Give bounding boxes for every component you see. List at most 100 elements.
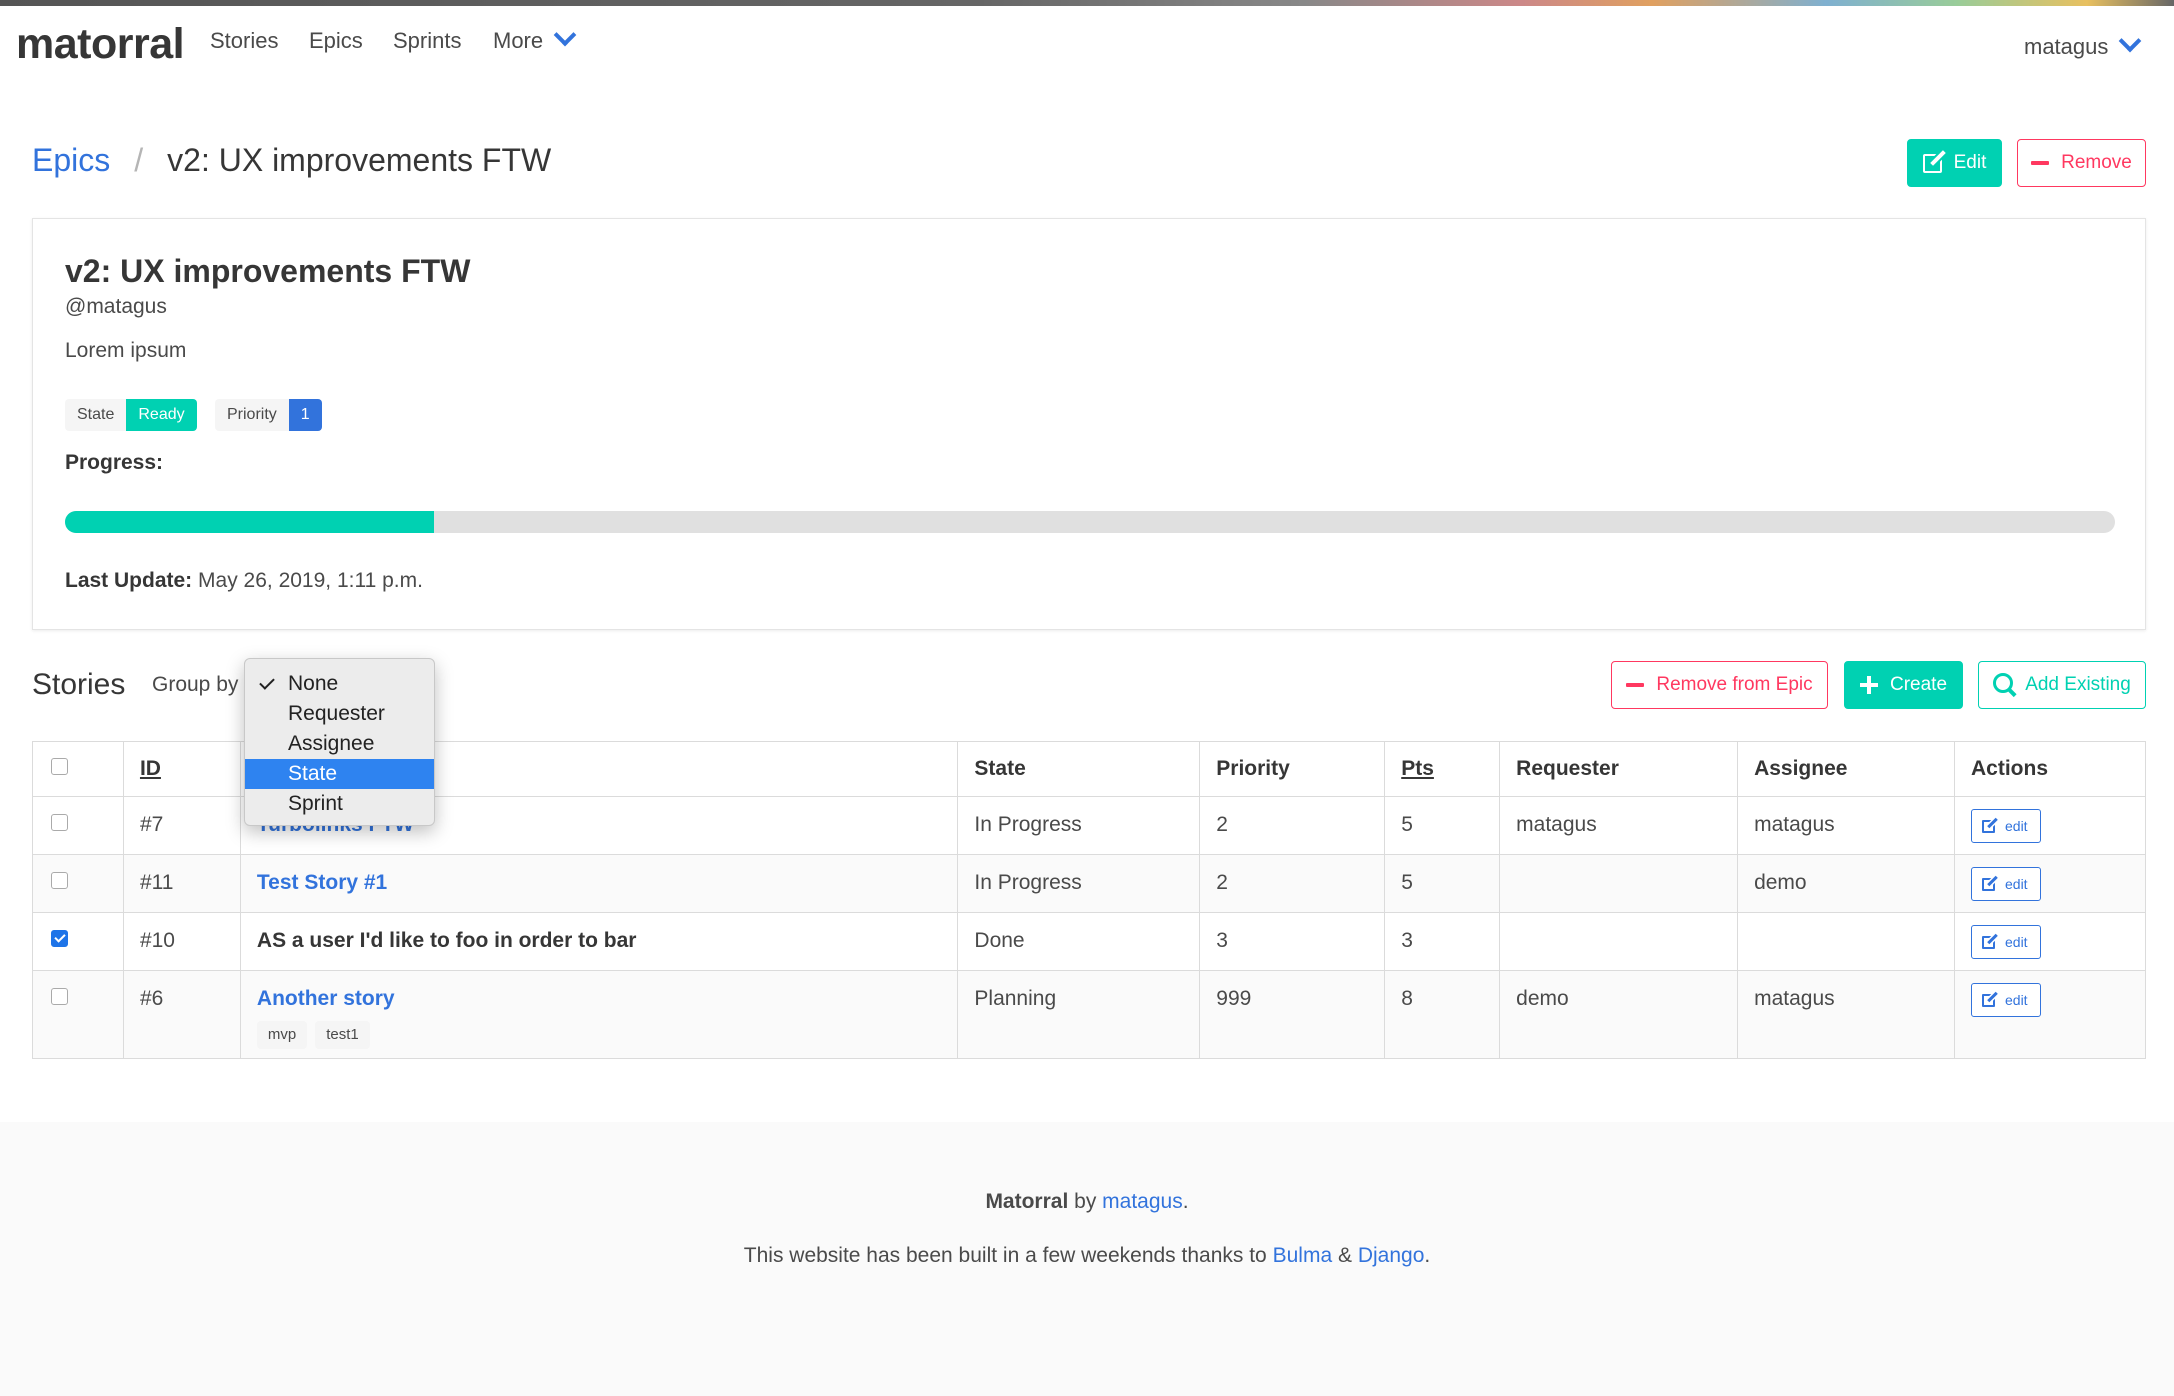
nav-epics[interactable]: Epics [309,28,363,54]
minus-icon [1626,683,1645,687]
edit-icon [1982,935,1995,949]
footer-built-with: This website has been built in a few wee… [0,1244,2174,1268]
create-story-button[interactable]: Create [1844,661,1963,709]
footer-django-link[interactable]: Django [1358,1244,1425,1267]
breadcrumb: Epics / v2: UX improvements FTW [32,142,551,179]
header-assignee[interactable]: Assignee [1737,741,1955,797]
story-priority: 2 [1199,796,1386,855]
progress-bar [65,511,2115,533]
row-checkbox[interactable] [51,988,68,1005]
create-story-label: Create [1889,674,1948,695]
footer-period: . [1424,1244,1431,1267]
footer-dot: . [1182,1190,1189,1213]
breadcrumb-current: v2: UX improvements FTW [167,142,552,178]
option-label: Assignee [288,732,375,755]
story-actions: edit [1954,970,2146,1059]
priority-tag: Priority 1 [215,399,322,431]
last-update-value: May 26, 2019, 1:11 p.m. [198,569,423,592]
checkmark-icon [259,674,275,690]
group-by-option-sprint[interactable]: Sprint [245,789,434,819]
group-by-dropdown[interactable]: None Requester Assignee State Sprint [244,658,435,826]
story-tag[interactable]: mvp [256,1021,308,1049]
edit-story-label: edit [2005,992,2028,1008]
nav-more[interactable]: More [493,23,577,54]
group-by-option-requester[interactable]: Requester [245,699,434,729]
story-id: #10 [122,912,241,971]
option-label: Sprint [288,792,343,815]
row-select [32,796,124,855]
header-state[interactable]: State [957,741,1201,797]
footer-by: by [1074,1190,1097,1213]
state-tag-label: State [65,399,127,431]
group-by-option-none[interactable]: None [245,669,434,699]
nav-sprints[interactable]: Sprints [393,28,461,54]
header-requester[interactable]: Requester [1499,741,1739,797]
table-row: #11 Test Story #1 In Progress 2 5 demo e… [32,854,2146,913]
remove-from-epic-button[interactable]: Remove from Epic [1611,661,1828,709]
story-state: Planning [957,970,1201,1059]
story-id: #7 [122,796,241,855]
story-requester [1499,854,1739,913]
story-tag[interactable]: test1 [315,1021,370,1049]
story-id: #11 [122,854,241,913]
story-assignee [1737,912,1955,971]
nav-more-label: More [493,28,544,53]
navbar: matorral Stories Epics Sprints More mata… [0,6,2174,86]
epic-author: @matagus [65,295,167,318]
story-priority: 2 [1199,854,1386,913]
progress-label: Progress: [65,451,164,474]
story-requester: matagus [1499,796,1739,855]
row-checkbox[interactable] [51,930,68,947]
header-pts[interactable]: Pts [1384,741,1501,797]
story-title-link[interactable]: Another story [257,987,395,1010]
option-label: State [288,762,338,785]
edit-story-button[interactable]: edit [1971,925,2041,959]
nav-stories[interactable]: Stories [210,28,278,54]
footer-author-link[interactable]: matagus [1102,1190,1183,1213]
story-title-cell: Another story mvp test1 [239,970,959,1059]
story-actions: edit [1954,796,2146,855]
epic-title: v2: UX improvements FTW [65,253,471,289]
search-icon [1993,673,2014,693]
edit-icon [1982,993,1995,1007]
edit-icon [1922,153,1942,173]
header-id[interactable]: ID [122,741,241,797]
story-title: AS a user I'd like to foo in order to ba… [256,929,637,952]
story-assignee: demo [1737,854,1955,913]
row-select [32,854,124,913]
story-requester [1499,912,1739,971]
row-checkbox[interactable] [51,814,68,831]
chevron-down-icon [553,23,577,47]
story-pts: 8 [1384,970,1501,1059]
remove-epic-button[interactable]: Remove [2017,139,2146,187]
edit-story-button[interactable]: edit [1971,983,2041,1017]
table-row: #6 Another story mvp test1 Planning 999 8… [32,970,2146,1059]
row-checkbox[interactable] [51,872,68,889]
user-menu[interactable]: matagus [2024,29,2142,60]
story-actions: edit [1954,854,2146,913]
brand-logo[interactable]: matorral [16,20,185,69]
footer-bulma-link[interactable]: Bulma [1273,1244,1333,1267]
story-pts: 3 [1384,912,1501,971]
group-by-label: Group by [152,673,239,696]
edit-story-button[interactable]: edit [1971,867,2041,901]
story-pts: 5 [1384,854,1501,913]
epic-card: v2: UX improvements FTW @matagus Lorem i… [32,218,2146,630]
select-all-checkbox[interactable] [51,758,68,775]
option-label: None [288,672,339,695]
header-priority[interactable]: Priority [1199,741,1386,797]
edit-icon [1982,877,1995,891]
edit-epic-button[interactable]: Edit [1907,139,2002,187]
group-by-option-assignee[interactable]: Assignee [245,729,434,759]
story-state: In Progress [957,796,1201,855]
row-select [32,970,124,1059]
remove-epic-label: Remove [2061,152,2132,173]
story-title-cell: AS a user I'd like to foo in order to ba… [239,912,959,971]
story-priority: 999 [1199,970,1386,1059]
edit-story-button[interactable]: edit [1971,809,2041,843]
add-existing-button[interactable]: Add Existing [1978,661,2146,709]
group-by-option-state[interactable]: State [245,759,434,789]
breadcrumb-epics-link[interactable]: Epics [32,142,110,178]
plus-icon [1859,676,1878,694]
story-title-link[interactable]: Test Story #1 [257,871,387,894]
